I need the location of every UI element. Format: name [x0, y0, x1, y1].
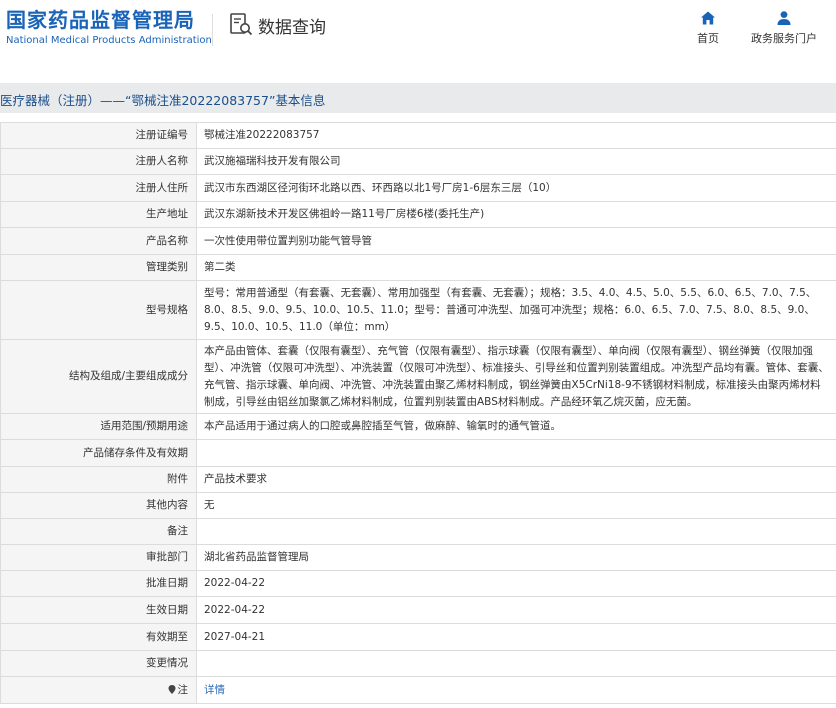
data-query-heading: 数据查询 [228, 12, 326, 38]
row-value: 本产品由管体、套囊（仅限有囊型）、充气管（仅限有囊型）、指示球囊（仅限有囊型）、… [196, 339, 836, 414]
row-label: 生产地址 [146, 208, 188, 220]
row-label-cell: 管理类别 [0, 254, 197, 281]
table-row: 备注 [0, 518, 836, 545]
table-row: 注册人住所 武汉市东西湖区径河街环北路以西、环西路以北1号厂房1-6层东三层（10… [0, 174, 836, 202]
record-title: 医疗器械（注册）——“鄂械注准20222083757”基本信息 [0, 93, 326, 108]
row-label: 其他内容 [146, 499, 188, 511]
details-link[interactable]: 详情 [196, 676, 836, 704]
table-row: 批准日期 2022-04-22 [0, 570, 836, 597]
row-label-cell: 备注 [0, 518, 197, 545]
table-row: 注详情 [0, 676, 836, 704]
table-row: 变更情况 [0, 650, 836, 677]
row-label-cell: 注册人名称 [0, 148, 197, 175]
row-label: 审批部门 [146, 551, 188, 563]
row-label-cell: 变更情况 [0, 650, 197, 677]
table-row: 注册人名称 武汉施福瑞科技开发有限公司 [0, 148, 836, 175]
table-row: 型号规格 型号：常用普通型（有套囊、无套囊）、常用加强型（有套囊、无套囊）；规格：… [0, 280, 836, 340]
table-row: 生效日期 2022-04-22 [0, 596, 836, 624]
row-label-cell: 生效日期 [0, 596, 197, 624]
row-label-cell: 适用范围/预期用途 [0, 413, 197, 440]
row-value: 鄂械注准20222083757 [196, 122, 836, 149]
row-label-cell: 型号规格 [0, 280, 197, 340]
row-label: 生效日期 [146, 603, 188, 616]
row-label: 注 [177, 683, 189, 696]
row-label-cell: 注册证编号 [0, 122, 197, 149]
header-divider [212, 14, 213, 46]
row-value: 2027-04-21 [196, 623, 836, 651]
document-search-icon [230, 13, 253, 36]
row-label: 管理类别 [146, 261, 188, 273]
row-value: 一次性使用带位置判别功能气管导管 [196, 227, 836, 255]
row-value: 武汉市东西湖区径河街环北路以西、环西路以北1号厂房1-6层东三层（10） [196, 174, 836, 202]
row-value: 武汉东湖新技术开发区佛祖岭一路11号厂房楼6楼(委托生产) [196, 201, 836, 228]
row-label-cell: 产品名称 [0, 227, 197, 255]
table-row: 附件 产品技术要求 [0, 466, 836, 493]
row-label: 变更情况 [146, 657, 188, 669]
row-label-cell: 有效期至 [0, 623, 197, 651]
row-label-cell: 生产地址 [0, 201, 197, 228]
row-label: 适用范围/预期用途 [100, 420, 188, 432]
table-row: 结构及组成/主要组成成分 本产品由管体、套囊（仅限有囊型）、充气管（仅限有囊型）、… [0, 339, 836, 414]
location-pin-icon [168, 684, 175, 694]
row-value: 2022-04-22 [196, 596, 836, 624]
row-value [196, 518, 836, 545]
row-label-cell: 注册人住所 [0, 174, 197, 202]
row-label-cell: 附件 [0, 466, 197, 493]
table-row: 管理类别 第二类 [0, 254, 836, 281]
nav-service-portal-link[interactable]: 政务服务门户 [748, 10, 820, 46]
record-detail-table: 注册证编号 鄂械注准20222083757 注册人名称 武汉施福瑞科技开发有限公司 注册… [0, 122, 836, 704]
row-value [196, 650, 836, 677]
row-label: 注册证编号 [135, 129, 189, 141]
table-row: 注册证编号 鄂械注准20222083757 [0, 122, 836, 149]
row-label-cell: 其他内容 [0, 492, 197, 519]
table-row: 产品储存条件及有效期 [0, 439, 836, 467]
table-row: 审批部门 湖北省药品监督管理局 [0, 544, 836, 571]
nav-service-label: 政务服务门户 [751, 32, 817, 45]
row-label: 注册人住所 [135, 181, 189, 194]
row-value: 无 [196, 492, 836, 519]
row-label: 产品储存条件及有效期 [83, 446, 188, 459]
home-icon [701, 11, 715, 25]
logo-chinese-text: 国家药品监督管理局 [6, 8, 195, 32]
row-label: 结构及组成/主要组成成分 [68, 370, 188, 382]
logo-english-text: National Medical Products Administration [6, 35, 212, 46]
row-value: 武汉施福瑞科技开发有限公司 [196, 148, 836, 175]
user-icon [777, 11, 791, 25]
table-row: 适用范围/预期用途 本产品适用于通过病人的口腔或鼻腔插至气管，做麻醉、输氧时的通气… [0, 413, 836, 440]
row-label-cell: 批准日期 [0, 570, 197, 597]
row-value: 第二类 [196, 254, 836, 281]
row-label: 批准日期 [146, 577, 188, 589]
row-value: 型号：常用普通型（有套囊、无套囊）、常用加强型（有套囊、无套囊）；规格：3.5、… [196, 280, 836, 340]
site-header: 国家药品监督管理局 National Medical Products Admi… [0, 0, 836, 70]
data-query-label: 数据查询 [258, 17, 326, 38]
row-value: 本产品适用于通过病人的口腔或鼻腔插至气管，做麻醉、输氧时的通气管道。 [196, 413, 836, 440]
row-label: 型号规格 [146, 303, 188, 316]
row-value: 2022-04-22 [196, 570, 836, 597]
row-label: 有效期至 [146, 630, 188, 643]
row-label: 注册人名称 [135, 155, 189, 167]
row-label: 备注 [167, 525, 188, 537]
nav-home-link[interactable]: 首页 [690, 10, 726, 46]
site-logo[interactable]: 国家药品监督管理局 National Medical Products Admi… [6, 8, 212, 48]
table-row: 其他内容无 [0, 492, 836, 519]
nav-home-label: 首页 [697, 32, 719, 45]
row-label: 产品名称 [146, 234, 188, 247]
row-value: 产品技术要求 [196, 466, 836, 493]
record-title-bar: 医疗器械（注册）——“鄂械注准20222083757”基本信息 [0, 83, 836, 113]
table-row: 生产地址 武汉东湖新技术开发区佛祖岭一路11号厂房楼6楼(委托生产) [0, 201, 836, 228]
table-row: 产品名称 一次性使用带位置判别功能气管导管 [0, 227, 836, 255]
row-value [196, 439, 836, 467]
row-label-cell: 产品储存条件及有效期 [0, 439, 197, 467]
row-label-cell: 注 [0, 676, 197, 704]
row-label-cell: 结构及组成/主要组成成分 [0, 339, 197, 414]
row-label-cell: 审批部门 [0, 544, 197, 571]
table-row: 有效期至 2027-04-21 [0, 623, 836, 651]
row-label: 附件 [167, 473, 188, 485]
row-value: 湖北省药品监督管理局 [196, 544, 836, 571]
